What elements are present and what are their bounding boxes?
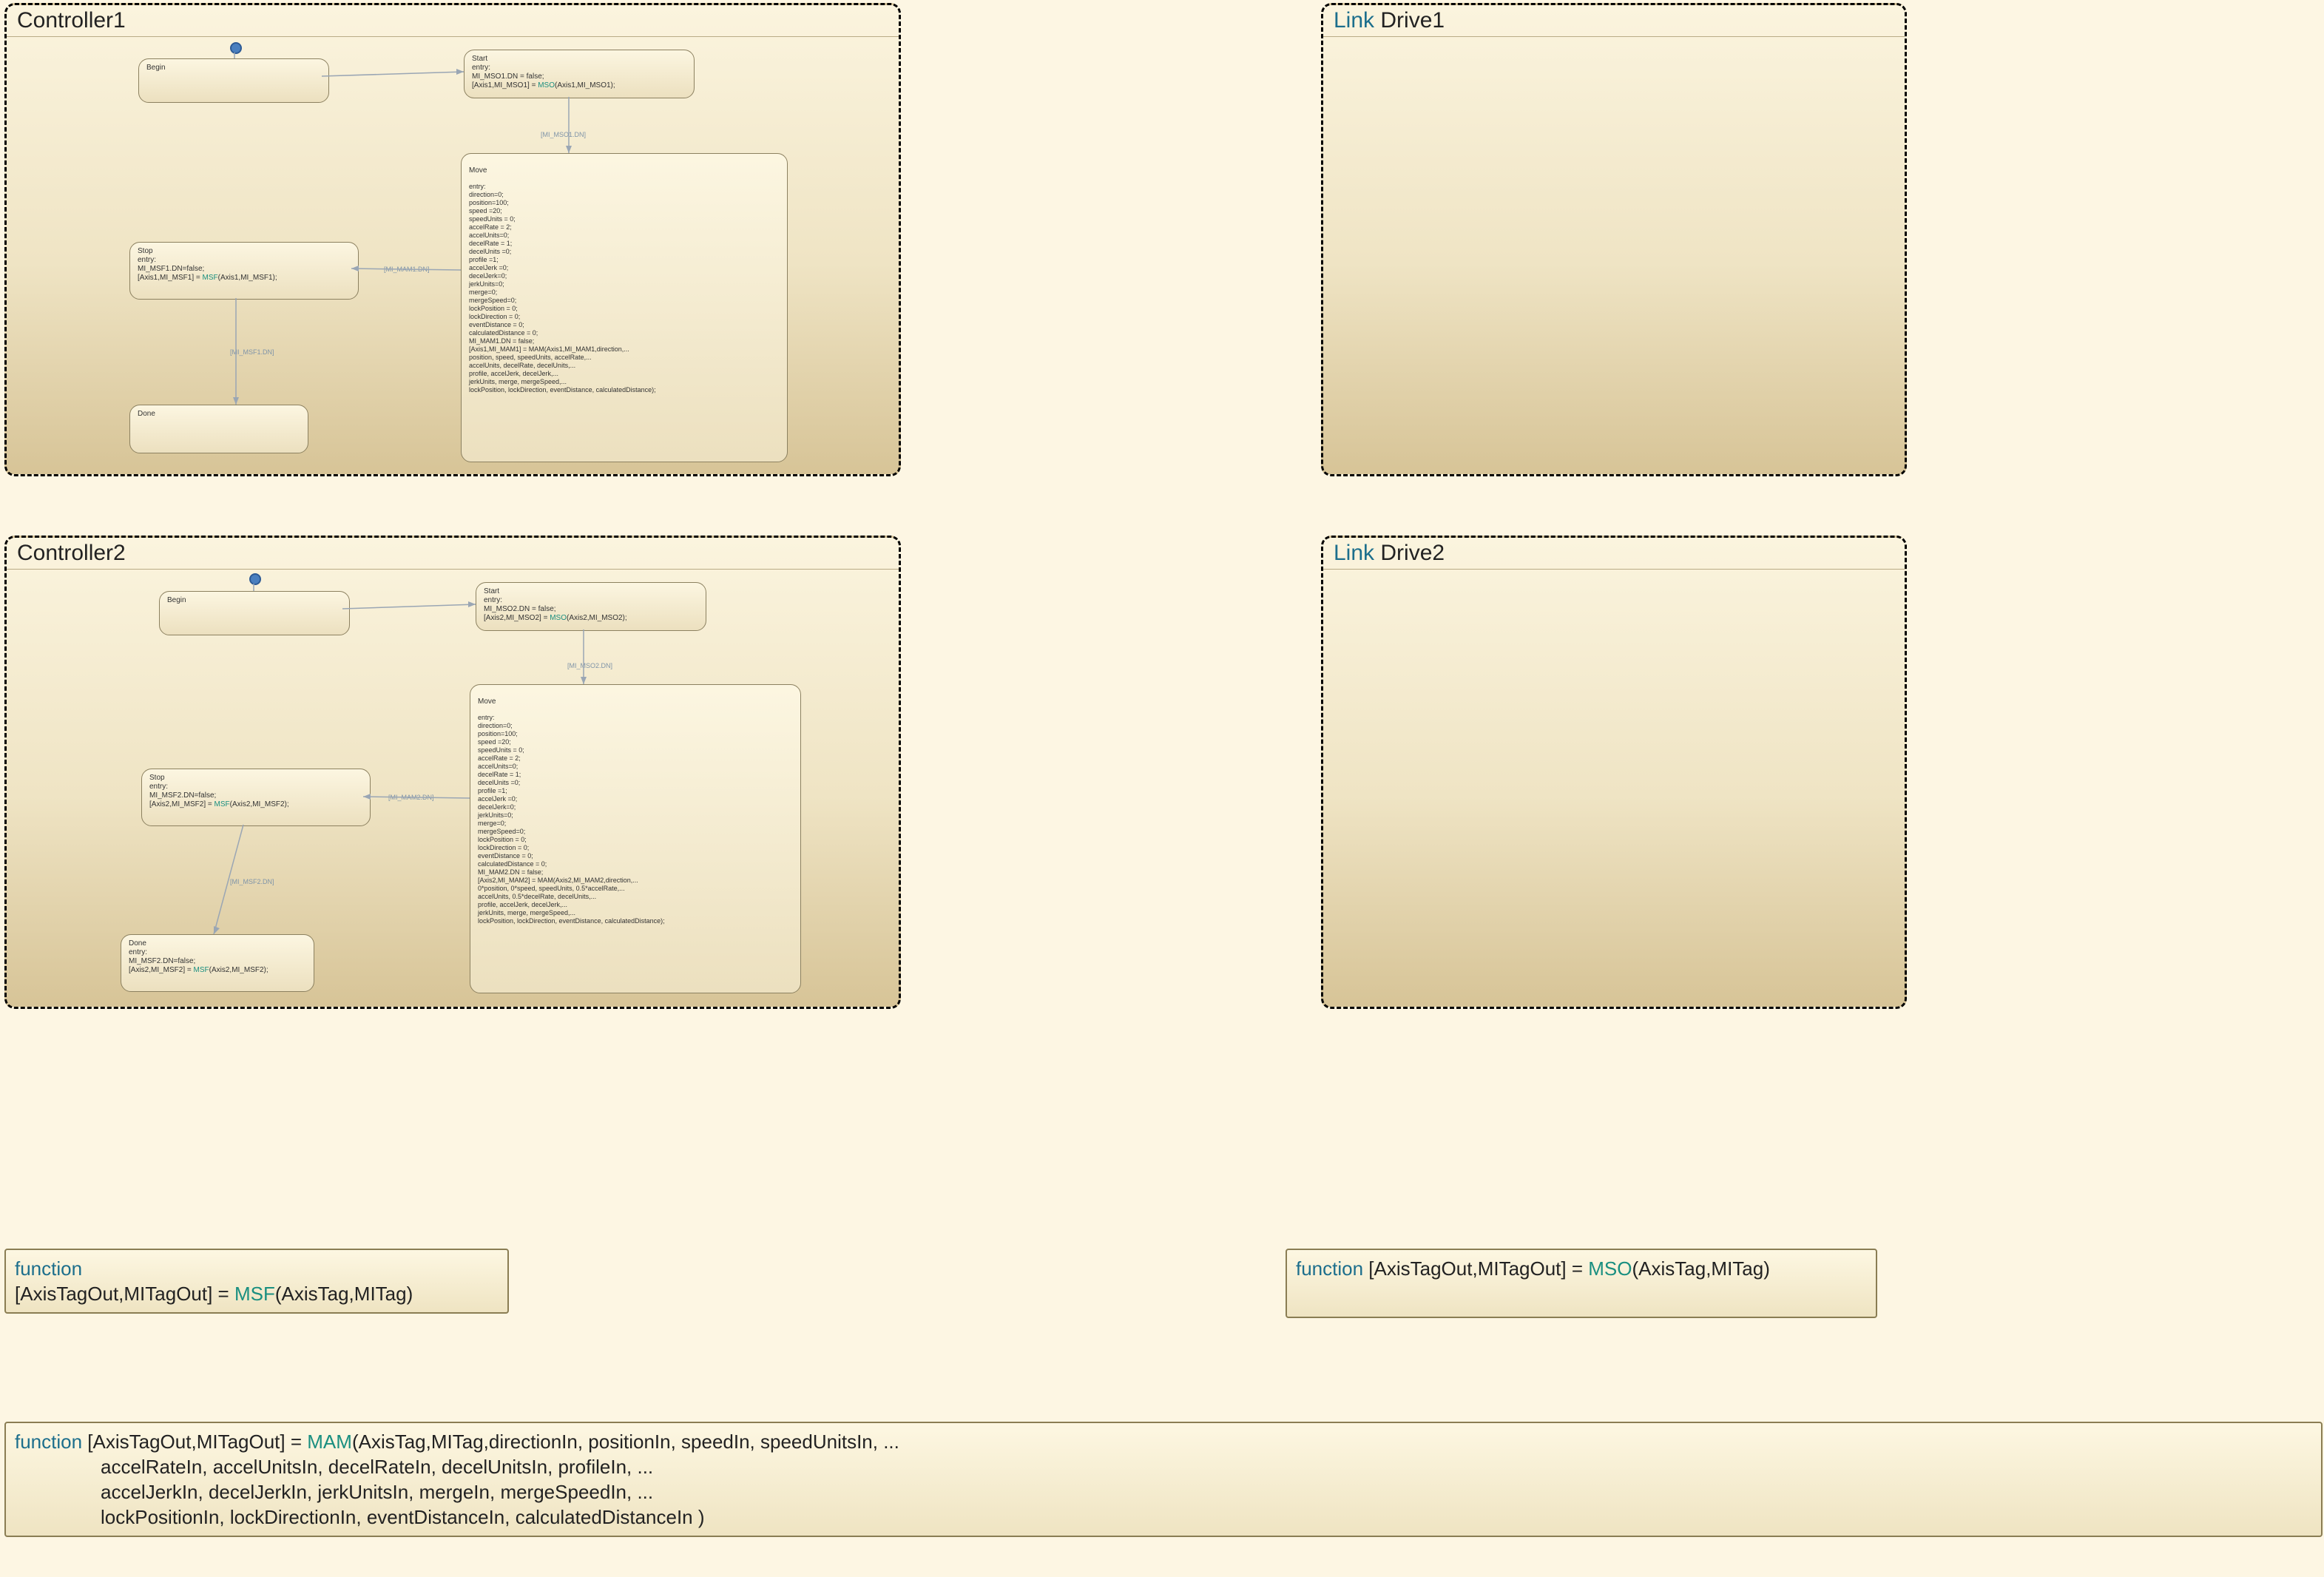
transition-arrows <box>7 538 899 1007</box>
fn-name: MSF <box>234 1283 275 1305</box>
fn-sig: [AxisTagOut,MITagOut] = <box>87 1431 307 1453</box>
fn-name: MSO <box>1588 1257 1632 1280</box>
divider <box>1323 569 1905 570</box>
function-mso[interactable]: function [AxisTagOut,MITagOut] = MSO(Axi… <box>1286 1249 1877 1318</box>
fn-name: MAM <box>307 1431 352 1453</box>
transition-arrows <box>7 5 899 474</box>
fn-sig: [AxisTagOut,MITagOut] = <box>1368 1257 1588 1280</box>
fn-line: lockPositionIn, lockDirectionIn, eventDi… <box>15 1506 705 1528</box>
fn-sig: [AxisTagOut,MITagOut] = <box>15 1283 234 1305</box>
controller1-chart[interactable]: Controller1 Begin Start entry: MI_MSO1.D… <box>4 3 901 476</box>
link-drive1-title: Link Drive1 <box>1334 8 1445 33</box>
fn-line: accelJerkIn, decelJerkIn, jerkUnitsIn, m… <box>15 1481 653 1503</box>
divider <box>1323 36 1905 37</box>
fn-sig: (AxisTag,MITag) <box>1632 1257 1770 1280</box>
function-msf[interactable]: function [AxisTagOut,MITagOut] = MSF(Axi… <box>4 1249 509 1314</box>
link-name: Drive1 <box>1380 8 1445 33</box>
link-keyword: Link <box>1334 8 1380 33</box>
controller2-chart[interactable]: Controller2 Begin Start entry: MI_MSO2.D… <box>4 536 901 1009</box>
function-keyword: function <box>15 1431 87 1453</box>
function-keyword: function <box>1296 1257 1368 1280</box>
link-drive2[interactable]: Link Drive2 <box>1321 536 1907 1009</box>
canvas: Controller1 Begin Start entry: MI_MSO1.D… <box>0 0 2324 1577</box>
fn-sig: (AxisTag,MITag,directionIn, positionIn, … <box>352 1431 899 1453</box>
link-name: Drive2 <box>1380 541 1445 565</box>
link-drive1[interactable]: Link Drive1 <box>1321 3 1907 476</box>
function-mam[interactable]: function [AxisTagOut,MITagOut] = MAM(Axi… <box>4 1422 2323 1537</box>
function-keyword: function <box>15 1257 82 1280</box>
fn-line: accelRateIn, accelUnitsIn, decelRateIn, … <box>15 1456 653 1478</box>
fn-sig: (AxisTag,MITag) <box>275 1283 413 1305</box>
link-keyword: Link <box>1334 541 1380 565</box>
link-drive2-title: Link Drive2 <box>1334 541 1445 566</box>
